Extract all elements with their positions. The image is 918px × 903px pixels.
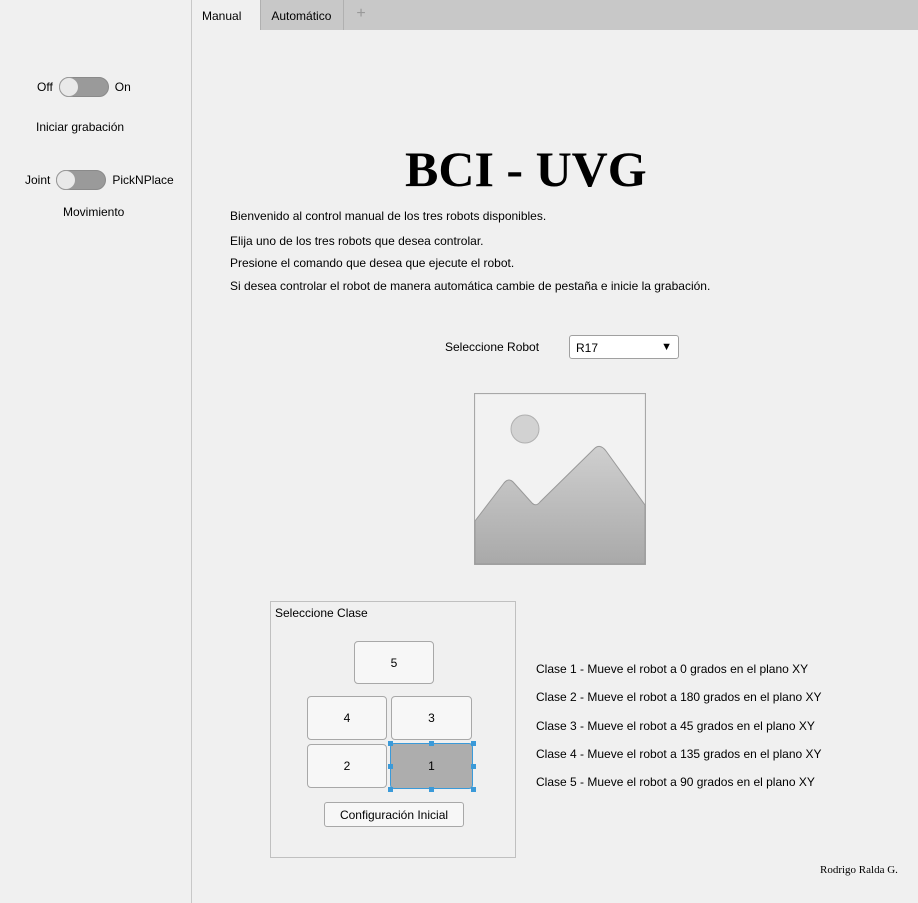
recording-label: Iniciar grabación [36, 120, 125, 134]
class-description: Clase 4 - Mueve el robot a 135 grados en… [536, 747, 822, 761]
recording-switch-knob[interactable] [58, 77, 79, 97]
selection-handle[interactable] [429, 741, 434, 746]
recording-toggle-row: Off On [37, 77, 131, 97]
recording-on-label: On [114, 80, 131, 94]
author-credit: Rodrigo Ralda G. [820, 864, 898, 876]
robot-select[interactable]: R17 ▼ [569, 335, 679, 359]
mode-off-label: Joint [25, 173, 51, 187]
selection-handle[interactable] [388, 764, 393, 769]
image-placeholder-icon [474, 393, 646, 565]
tab-manual[interactable]: Manual [192, 0, 262, 30]
class-panel-title: Seleccione Clase [275, 606, 368, 620]
selection-handle[interactable] [429, 787, 434, 792]
mode-toggle-row: Joint PickNPlace [25, 170, 174, 190]
left-panel: Off On Iniciar grabación Joint PickNPlac… [0, 0, 192, 903]
recording-off-label: Off [37, 80, 53, 94]
selection-handle[interactable] [471, 764, 476, 769]
intro-line: Si desea controlar el robot de manera au… [230, 279, 711, 293]
mode-switch-knob[interactable] [56, 170, 77, 190]
mode-on-label: PickNPlace [112, 173, 174, 187]
intro-line: Bienvenido al control manual de los tres… [230, 209, 547, 223]
tab-bar: Manual Automático + [192, 0, 918, 30]
selection-handle[interactable] [471, 787, 476, 792]
class-4-button[interactable]: 4 [307, 696, 387, 740]
class-1-button[interactable]: 1 [390, 743, 473, 789]
tab-automatico[interactable]: Automático [261, 0, 345, 30]
recording-switch[interactable] [58, 77, 109, 97]
class-3-button[interactable]: 3 [391, 696, 472, 740]
robot-select-label: Seleccione Robot [445, 340, 540, 354]
mode-label: Movimiento [63, 205, 125, 219]
dropdown-arrow-icon[interactable]: ▼ [661, 341, 672, 358]
class-2-button[interactable]: 2 [307, 744, 387, 788]
selection-handle[interactable] [471, 741, 476, 746]
page-title: BCI - UVG [405, 141, 647, 197]
class-description: Clase 5 - Mueve el robot a 90 grados en … [536, 775, 815, 789]
class-description: Clase 2 - Mueve el robot a 180 grados en… [536, 690, 822, 704]
selection-handle[interactable] [388, 787, 393, 792]
mode-switch[interactable] [56, 170, 107, 190]
robot-select-value: R17 [576, 341, 599, 355]
selection-handle[interactable] [388, 741, 393, 746]
initial-config-button[interactable]: Configuración Inicial [324, 802, 464, 827]
intro-line: Elija uno de los tres robots que desea c… [230, 234, 484, 248]
class-description: Clase 3 - Mueve el robot a 45 grados en … [536, 719, 815, 733]
class-description: Clase 1 - Mueve el robot a 0 grados en e… [536, 662, 809, 676]
intro-line: Presione el comando que desea que ejecut… [230, 256, 515, 270]
add-tab-icon[interactable]: + [344, 0, 377, 30]
class-5-button[interactable]: 5 [354, 641, 434, 684]
